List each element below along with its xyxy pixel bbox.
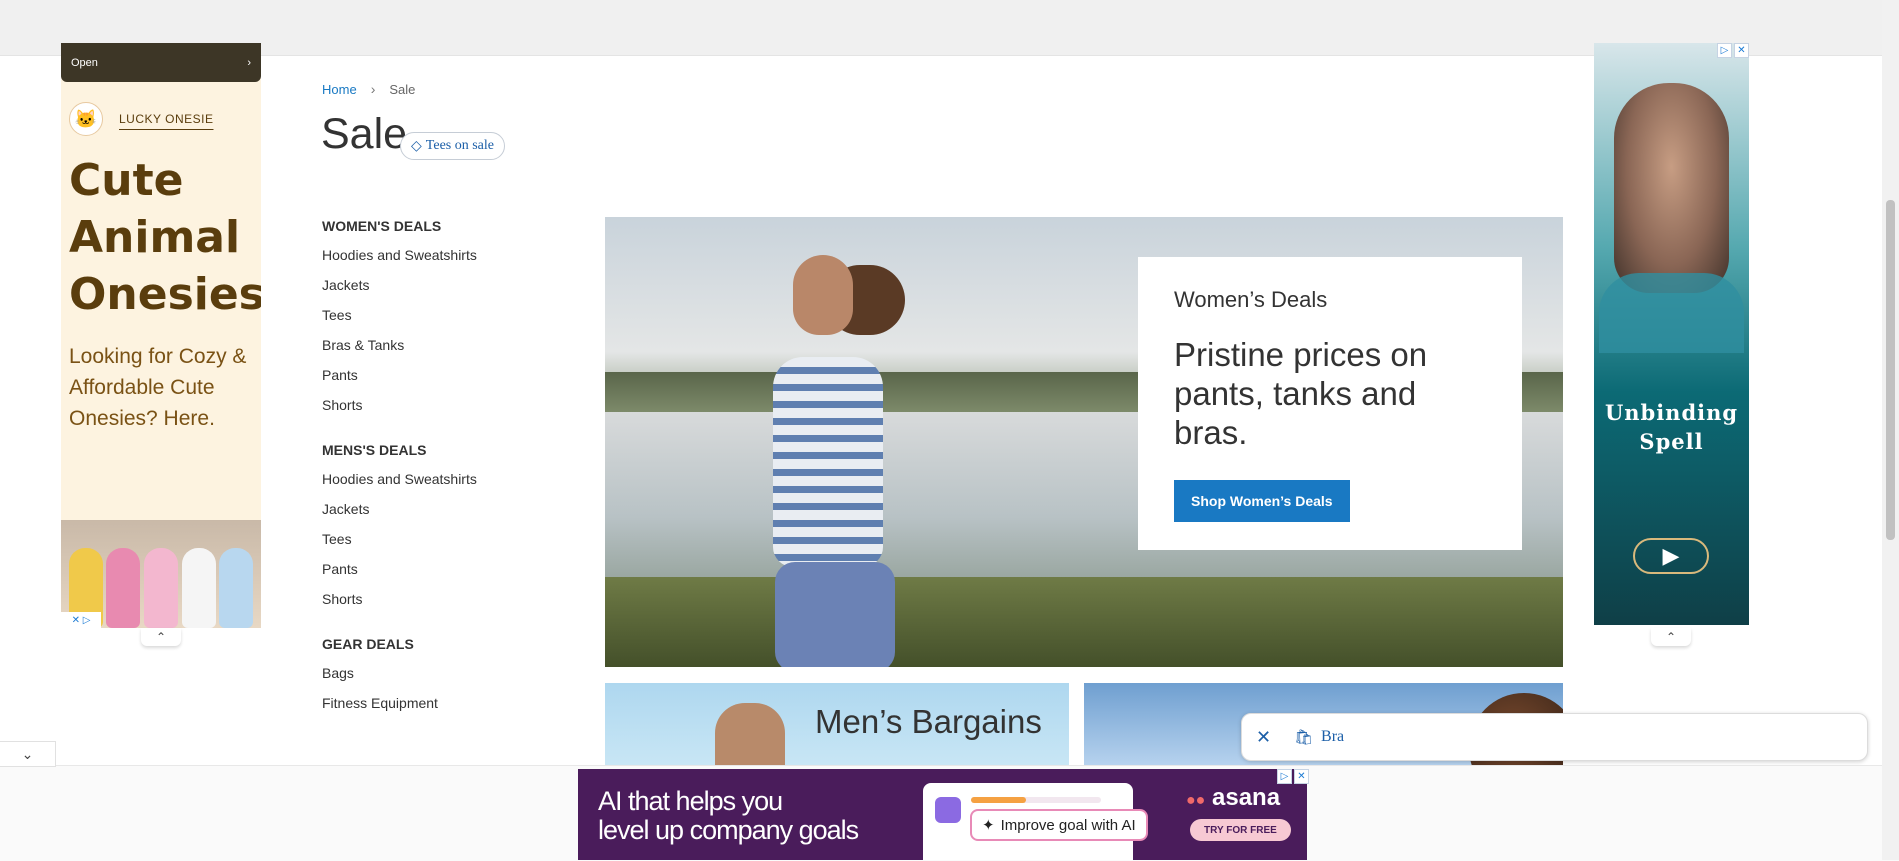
adchoices-icon[interactable]: ✕ ▷ (61, 612, 101, 628)
asana-logo: ●● asana (1186, 784, 1280, 812)
asana-dots-icon: ●● (1186, 792, 1206, 809)
ad-headline[interactable]: Cute Animal Onesies (61, 136, 261, 323)
hero-grass (605, 577, 1563, 667)
ad-portrait-shirt (1599, 273, 1744, 353)
bottom-advertisement[interactable]: AI that helps you level up company goals… (578, 769, 1307, 860)
breadcrumb-separator-icon: › (370, 81, 376, 97)
tile-figure (715, 703, 785, 765)
mens-bargains-tile[interactable]: Men’s Bargains (605, 683, 1069, 765)
asana-wordmark: asana (1212, 784, 1281, 811)
sidebar-group-mens: MENS'S DEALS Hoodies and Sweatshirts Jac… (322, 442, 542, 614)
ad-copy: AI that helps you level up company goals (598, 786, 859, 845)
ad-copy-line: level up company goals (598, 815, 859, 845)
bottom-ad-controls[interactable]: ▷ ✕ (1277, 769, 1309, 784)
onesie-figure (106, 548, 141, 628)
category-sidebar: WOMEN'S DEALS Hoodies and Sweatshirts Ja… (322, 210, 542, 740)
chevron-right-icon[interactable]: › (247, 57, 251, 69)
chevron-down-icon: ⌄ (21, 745, 34, 762)
collapse-left-ad-button[interactable]: ⌃ (141, 628, 181, 646)
ad-subtext[interactable]: Looking for Cozy & Affordable Cute Onesi… (61, 323, 261, 434)
sidebar-item-link[interactable]: Hoodies and Sweatshirts (322, 240, 542, 270)
sidebar-group-womens: WOMEN'S DEALS Hoodies and Sweatshirts Ja… (322, 218, 542, 420)
play-icon[interactable]: ▶ (1633, 538, 1709, 574)
sidebar-group-title: GEAR DEALS (322, 636, 414, 652)
sidebar-item-link[interactable]: Tees (322, 300, 542, 330)
scrollbar-thumb[interactable] (1886, 200, 1895, 540)
ad-portrait-image (1614, 83, 1729, 293)
tag-icon: ◇ (411, 138, 422, 154)
onesie-figure (219, 548, 254, 628)
sparkle-icon: ✦ (982, 817, 995, 834)
left-advertisement[interactable]: Open › 🐱 LUCKY ONESIE Cute Animal Onesie… (61, 43, 261, 628)
ad-brand-link[interactable]: LUCKY ONESIE (119, 112, 213, 126)
adchoices-icon[interactable]: ▷ (1277, 769, 1292, 784)
right-ad-controls[interactable]: ▷ ✕ (1717, 43, 1749, 58)
womens-deals-hero-banner[interactable]: Women’s Deals Pristine prices on pants, … (605, 217, 1563, 667)
sidebar-item-link[interactable]: Hoodies and Sweatshirts (322, 464, 542, 494)
tag-chip-label: Tees on sale (425, 138, 494, 153)
ad-title: Unbinding Spell (1604, 400, 1739, 454)
search-query-chip[interactable]: ✕ 🛍 Bra (1241, 713, 1868, 761)
page-title: Sale (321, 110, 408, 158)
runner-legs (775, 562, 895, 667)
progress-bar (971, 797, 1101, 803)
sidebar-item-link[interactable]: Jackets (322, 270, 542, 300)
sidebar-item-link[interactable]: Pants (322, 360, 542, 390)
runner-head (793, 255, 853, 335)
runner-body (773, 357, 883, 567)
ad-open-label[interactable]: Open (71, 57, 98, 69)
sidebar-group-title: MENS'S DEALS (322, 442, 427, 458)
improve-goal-pill: ✦ Improve goal with AI (970, 809, 1148, 841)
hero-headline: Pristine prices on pants, tanks and bras… (1174, 336, 1428, 451)
sidebar-item-link[interactable]: Jackets (322, 494, 542, 524)
sidebar-item-link[interactable]: Pants (322, 554, 542, 584)
right-advertisement[interactable]: Unbinding Spell ▶ (1594, 43, 1749, 625)
adchoices-icon[interactable]: ▷ (1717, 43, 1732, 58)
ad-copy-line: AI that helps you (598, 786, 783, 816)
hero-eyebrow: Women’s Deals (1174, 287, 1328, 312)
breadcrumb-home-link[interactable]: Home (322, 82, 357, 97)
collapse-bottom-ad-button[interactable]: ⌄ (0, 741, 56, 767)
close-icon[interactable]: ✕ (1294, 769, 1309, 784)
close-icon[interactable]: ✕ (1256, 727, 1282, 748)
chevron-up-icon: ⌃ (155, 630, 167, 644)
sidebar-item-link[interactable]: Fitness Equipment (322, 688, 542, 718)
sidebar-item-link[interactable]: Shorts (322, 584, 542, 614)
breadcrumb-current: Sale (389, 81, 416, 97)
breadcrumb: Home › Sale (322, 81, 415, 97)
sidebar-item-link[interactable]: Shorts (322, 390, 542, 420)
sidebar-item-link[interactable]: Bags (322, 658, 542, 688)
sidebar-group-title: WOMEN'S DEALS (322, 218, 442, 234)
onesie-figure (181, 548, 216, 628)
tees-on-sale-chip[interactable]: ◇ Tees on sale (400, 132, 505, 160)
hero-promo-box: Women’s Deals Pristine prices on pants, … (1138, 257, 1522, 550)
chevron-up-icon: ⌃ (1665, 630, 1677, 644)
sidebar-item-link[interactable]: Bras & Tanks (322, 330, 542, 360)
close-icon[interactable]: ✕ (1734, 43, 1749, 58)
sidebar-item-link[interactable]: Tees (322, 524, 542, 554)
mens-bargains-title: Men’s Bargains (815, 703, 1042, 740)
sidebar-group-gear: GEAR DEALS Bags Fitness Equipment (322, 636, 542, 718)
ad-open-bar[interactable]: Open › (61, 43, 261, 82)
collapse-right-ad-button[interactable]: ⌃ (1651, 628, 1691, 646)
search-query-text[interactable]: Bra (1321, 728, 1344, 746)
shop-womens-deals-button[interactable]: Shop Women’s Deals (1174, 480, 1350, 522)
brand-logo-icon: 🐱 (69, 102, 103, 136)
shopping-bag-icon: 🛍 (1294, 729, 1314, 746)
pill-label: Improve goal with AI (1000, 816, 1136, 834)
onesie-figure (143, 548, 178, 628)
user-icon (935, 797, 961, 823)
try-for-free-button[interactable]: TRY FOR FREE (1190, 819, 1291, 841)
